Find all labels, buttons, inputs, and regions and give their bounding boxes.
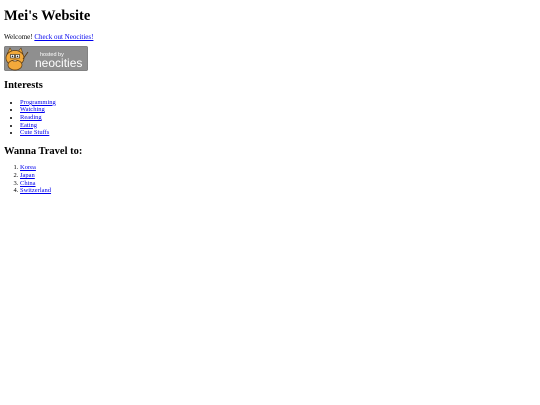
travel-link-switzerland[interactable]: Switzerland	[20, 187, 51, 194]
page-body: Mei's Website Welcome! Check out Neociti…	[0, 0, 540, 195]
interest-link-reading[interactable]: Reading	[20, 114, 42, 121]
list-item: Reading	[20, 114, 536, 122]
neocities-badge-image: hosted by neocities	[4, 46, 88, 72]
list-item: China	[20, 180, 536, 188]
list-item: Watching	[20, 106, 536, 114]
page-title: Mei's Website	[4, 8, 91, 24]
interests-list: Programming Watching Reading Eating Cute…	[4, 99, 536, 137]
hosted-by-neocities-badge[interactable]: hosted by neocities	[4, 46, 88, 72]
travel-list: Korea Japan China Switzerland	[4, 164, 536, 194]
welcome-paragraph: Welcome! Check out Neocities!	[4, 33, 536, 41]
list-item: Japan	[20, 172, 536, 180]
interest-link-programming[interactable]: Programming	[20, 99, 56, 106]
welcome-text: Welcome!	[4, 32, 33, 41]
list-item: Switzerland	[20, 187, 536, 195]
interest-link-cute-stuffs[interactable]: Cute Stuffs	[20, 129, 49, 136]
list-item: Korea	[20, 164, 536, 172]
travel-link-china[interactable]: China	[20, 180, 36, 187]
interests-heading: Interests	[4, 80, 43, 92]
interest-link-eating[interactable]: Eating	[20, 122, 37, 129]
list-item: Eating	[20, 122, 536, 130]
neocities-link[interactable]: Check out Neocities!	[34, 33, 93, 41]
badge-line2: neocities	[35, 56, 82, 70]
travel-link-japan[interactable]: Japan	[20, 172, 35, 179]
travel-link-korea[interactable]: Korea	[20, 164, 36, 171]
list-item: Programming	[20, 99, 536, 107]
travel-heading: Wanna Travel to:	[4, 145, 83, 157]
list-item: Cute Stuffs	[20, 129, 536, 137]
interest-link-watching[interactable]: Watching	[20, 106, 45, 113]
